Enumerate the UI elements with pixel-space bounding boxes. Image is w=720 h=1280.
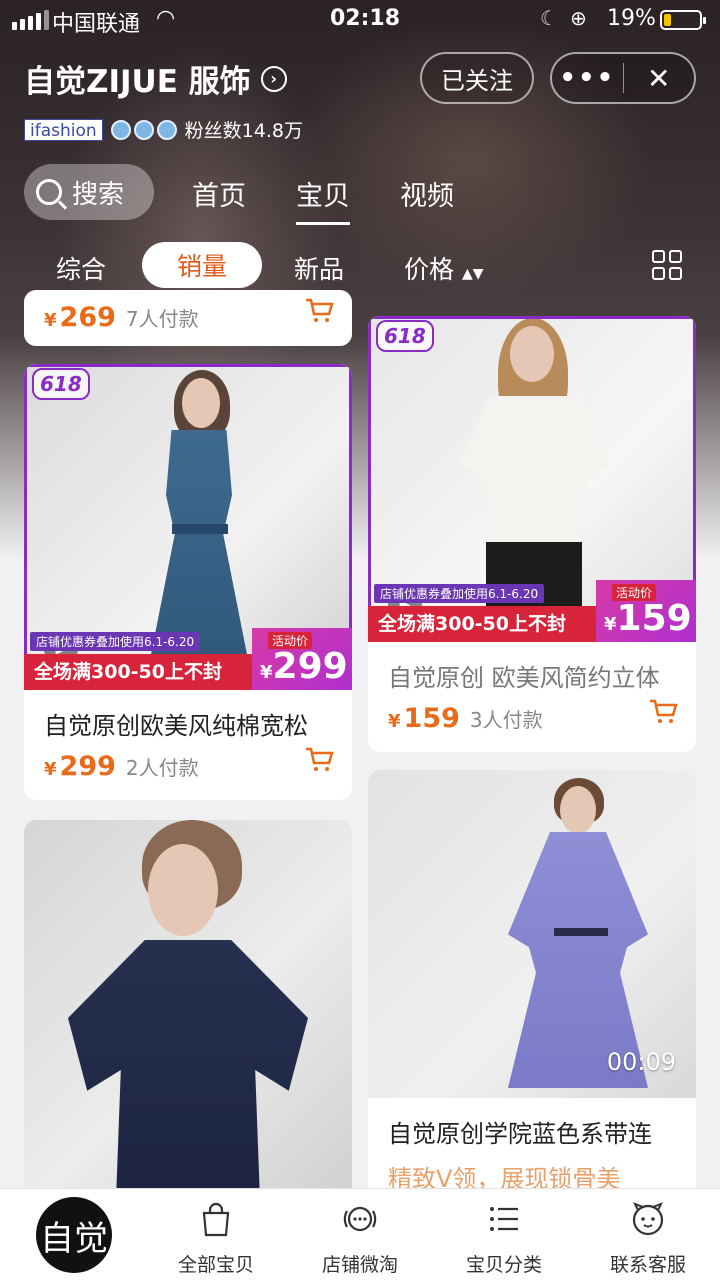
- tab-items[interactable]: 宝贝: [296, 174, 350, 225]
- tab-video[interactable]: 视频: [400, 174, 454, 213]
- carrier-name: 中国联通: [52, 12, 141, 37]
- search-label: 搜索: [72, 179, 125, 210]
- status-time: 02:18: [330, 6, 401, 31]
- store-logo[interactable]: 自觉: [36, 1197, 112, 1273]
- tab-home[interactable]: 首页: [192, 174, 246, 213]
- promo-price-value: 159: [616, 598, 692, 639]
- tab-categories-label: 宝贝分类: [465, 1254, 542, 1276]
- grid-view-icon[interactable]: [652, 250, 682, 280]
- ifashion-badge: ifashion: [24, 118, 103, 141]
- currency-symbol: ¥: [260, 662, 273, 683]
- bottom-tab-bar: 自觉 全部宝贝 店铺微淘 宝贝分类 联系客服: [0, 1188, 720, 1280]
- sort-price-label: 价格: [404, 255, 455, 284]
- product-title: 自觉原创学院蓝色系带连: [388, 1120, 652, 1148]
- promo-price: ¥299: [260, 646, 348, 687]
- rotation-lock-icon: ⊕: [570, 6, 587, 30]
- price-line: ¥159 3人付款: [388, 699, 678, 734]
- promo-note: 店铺优惠券叠加使用6.1-6.20: [374, 584, 545, 603]
- promo-banner: 店铺优惠券叠加使用6.1-6.20 全场满300-50上不封 活动价 ¥159: [368, 580, 696, 642]
- currency-symbol: ¥: [44, 759, 57, 780]
- promo-price-box: 活动价 ¥299: [252, 628, 352, 690]
- currency-symbol: ¥: [604, 614, 617, 635]
- price-line: ¥269 7人付款: [44, 298, 334, 333]
- product-image: 618 ▶ 店铺优惠券叠加使用6.1-6.20 全场满300-50上不封 活动价…: [24, 364, 352, 690]
- wifi-icon: ◠: [156, 6, 176, 31]
- search-button[interactable]: 搜索: [24, 164, 154, 220]
- store-badges: ifashion 粉丝数14.8万: [24, 116, 303, 143]
- sort-updown-icon: ▲▼: [461, 266, 484, 282]
- tab-all-items-label: 全部宝贝: [177, 1254, 254, 1276]
- store-nav: 搜索 首页 宝贝 视频: [0, 164, 720, 225]
- promo-price-value: 299: [272, 646, 348, 687]
- cart-icon[interactable]: [648, 697, 678, 725]
- currency-symbol: ¥: [388, 711, 401, 732]
- product-card[interactable]: ¥269 7人付款: [24, 290, 352, 346]
- store-name[interactable]: 自觉ZIJUE 服饰 ›: [24, 56, 287, 101]
- tab-customer-service[interactable]: 联系客服: [588, 1189, 708, 1280]
- price-value: 299: [59, 751, 116, 782]
- sold-count: 2人付款: [125, 756, 199, 780]
- follow-button[interactable]: 已关注: [420, 52, 534, 104]
- product-image: 00:09: [368, 770, 696, 1098]
- tag-618: 618: [32, 368, 90, 400]
- miniprogram-capsule: ••• ✕: [550, 52, 696, 104]
- crown-rank-icon: [110, 119, 177, 140]
- sort-sales[interactable]: 销量: [142, 242, 262, 288]
- sold-count: 7人付款: [125, 307, 199, 331]
- product-title: 自觉原创 欧美风简约立体: [388, 664, 660, 692]
- promo-text: 全场满300-50上不封: [368, 606, 598, 642]
- sort-new[interactable]: 新品: [294, 250, 344, 286]
- product-price: ¥269: [44, 302, 116, 333]
- promo-banner: 店铺优惠券叠加使用6.1-6.20 全场满300-50上不封 活动价 ¥299: [24, 628, 352, 690]
- tab-all-items[interactable]: 全部宝贝: [156, 1189, 276, 1280]
- more-options-icon[interactable]: •••: [552, 63, 623, 93]
- status-bar: 中国联通 ◠ 02:18 ☾ ⊕ 19%: [0, 0, 720, 40]
- fans-count: 粉丝数14.8万: [184, 120, 303, 142]
- cart-icon[interactable]: [304, 745, 334, 773]
- promo-price: ¥159: [604, 598, 692, 639]
- product-image: 618 ▶ 店铺优惠券叠加使用6.1-6.20 全场满300-50上不封 活动价…: [368, 316, 696, 642]
- price-line: ¥299 2人付款: [44, 747, 334, 782]
- tag-618: 618: [376, 320, 434, 352]
- close-icon[interactable]: ✕: [624, 62, 695, 95]
- list-icon: [490, 1207, 518, 1231]
- tab-store-feed[interactable]: 店铺微淘: [300, 1189, 420, 1280]
- sort-bar: 综合 销量 新品 价格 ▲▼: [0, 240, 720, 290]
- search-icon: [36, 179, 62, 205]
- battery-icon: [660, 10, 706, 30]
- product-image: [24, 820, 352, 1200]
- product-card[interactable]: 00:09 自觉原创学院蓝色系带连 精致V领，展现锁骨美: [368, 770, 696, 1200]
- product-card[interactable]: [24, 820, 352, 1200]
- chat-icon: [343, 1206, 377, 1232]
- service-icon: [632, 1202, 664, 1236]
- chevron-right-icon: ›: [260, 65, 287, 92]
- tab-categories[interactable]: 宝贝分类: [444, 1189, 564, 1280]
- product-title: 自觉原创欧美风纯棉宽松: [44, 712, 308, 740]
- sort-price[interactable]: 价格 ▲▼: [404, 250, 484, 286]
- price-value: 269: [59, 302, 116, 333]
- product-card[interactable]: 618 ▶ 店铺优惠券叠加使用6.1-6.20 全场满300-50上不封 活动价…: [368, 316, 696, 752]
- promo-note: 店铺优惠券叠加使用6.1-6.20: [30, 632, 201, 651]
- cart-icon[interactable]: [304, 296, 334, 324]
- bag-icon: [202, 1202, 230, 1237]
- tab-customer-service-label: 联系客服: [609, 1254, 686, 1276]
- currency-symbol: ¥: [44, 310, 57, 331]
- store-name-text: 自觉ZIJUE 服饰: [24, 64, 251, 100]
- sold-count: 3人付款: [469, 708, 543, 732]
- battery-percent: 19%: [607, 6, 656, 31]
- product-price: ¥299: [44, 751, 116, 782]
- moon-icon: ☾: [540, 6, 558, 30]
- promo-text: 全场满300-50上不封: [24, 654, 254, 690]
- tab-store-feed-label: 店铺微淘: [321, 1254, 398, 1276]
- price-value: 159: [403, 703, 460, 734]
- sort-composite[interactable]: 综合: [56, 250, 106, 286]
- promo-price-box: 活动价 ¥159: [596, 580, 696, 642]
- product-card[interactable]: 618 ▶ 店铺优惠券叠加使用6.1-6.20 全场满300-50上不封 活动价…: [24, 364, 352, 800]
- product-price: ¥159: [388, 703, 460, 734]
- video-duration: 00:09: [606, 1048, 676, 1076]
- signal-icon: [12, 10, 49, 30]
